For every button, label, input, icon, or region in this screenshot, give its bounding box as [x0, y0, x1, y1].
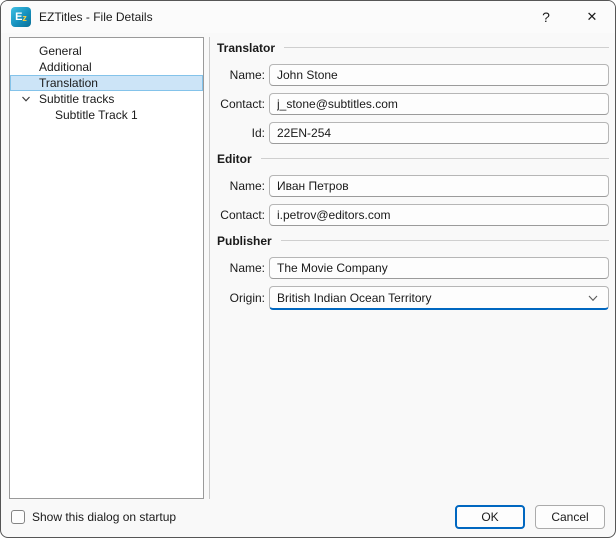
tree-item-label: Additional	[39, 60, 92, 74]
section-title: Publisher	[217, 233, 272, 248]
tree-item-general[interactable]: General	[10, 43, 203, 59]
field-label: Origin:	[229, 291, 265, 305]
section-divider	[284, 47, 609, 48]
field-label: Contact:	[220, 97, 265, 111]
dialog-buttons: OK Cancel	[455, 505, 605, 529]
publisher-name-input[interactable]	[269, 257, 609, 279]
field-label: Name:	[229, 179, 265, 193]
tree-item-translation[interactable]: Translation	[10, 75, 203, 91]
field-row: Name:	[217, 175, 609, 197]
field-row: Id:	[217, 122, 609, 144]
app-icon-letter-z: z	[22, 13, 27, 23]
category-tree: General Additional Translation Subtitle …	[9, 37, 204, 499]
section-title: Translator	[217, 40, 276, 55]
field-label: Id:	[251, 126, 265, 140]
tree-item-label: Subtitle tracks	[39, 92, 115, 106]
field-row: Origin: British Indian Ocean Territory	[217, 286, 609, 310]
cancel-button[interactable]: Cancel	[535, 505, 605, 529]
field-row: Name:	[217, 257, 609, 279]
origin-selected-value: British Indian Ocean Territory	[277, 290, 432, 305]
section-divider	[260, 158, 609, 159]
panel-splitter[interactable]	[209, 37, 210, 499]
title-bar: Ez EZTitles - File Details ? ✕	[1, 1, 615, 33]
startup-checkbox[interactable]	[11, 510, 25, 524]
startup-checkbox-label: Show this dialog on startup	[32, 510, 177, 524]
origin-select[interactable]: British Indian Ocean Territory	[269, 286, 609, 310]
dialog-footer: Show this dialog on startup OK Cancel	[1, 497, 615, 537]
publisher-section: Publisher Name: Origin: British Indian O…	[217, 233, 609, 310]
tree-item-subtitle-tracks[interactable]: Subtitle tracks	[10, 91, 203, 107]
ok-button[interactable]: OK	[455, 505, 525, 529]
translation-details-panel: Translator Name: Contact: Id: Editor	[217, 37, 609, 317]
translator-section: Translator Name: Contact: Id:	[217, 40, 609, 144]
app-icon-letter-e: E	[15, 10, 23, 23]
editor-contact-input[interactable]	[269, 204, 609, 226]
field-row: Contact:	[217, 93, 609, 115]
chevron-down-icon[interactable]	[587, 292, 599, 304]
tree-item-label: General	[39, 44, 82, 58]
tree-item-label: Translation	[39, 76, 98, 90]
field-row: Contact:	[217, 204, 609, 226]
close-button[interactable]: ✕	[569, 1, 615, 33]
field-label: Contact:	[220, 208, 265, 222]
translator-name-input[interactable]	[269, 64, 609, 86]
help-button[interactable]: ?	[523, 1, 569, 33]
section-divider	[280, 240, 609, 241]
editor-section: Editor Name: Contact:	[217, 151, 609, 226]
field-row: Name:	[217, 64, 609, 86]
section-header: Editor	[217, 151, 609, 166]
section-title: Editor	[217, 151, 252, 166]
field-label: Name:	[229, 68, 265, 82]
section-header: Publisher	[217, 233, 609, 248]
tree-item-additional[interactable]: Additional	[10, 59, 203, 75]
tree-item-label: Subtitle Track 1	[55, 108, 138, 122]
field-label: Name:	[229, 261, 265, 275]
editor-name-input[interactable]	[269, 175, 609, 197]
file-details-dialog: Ez EZTitles - File Details ? ✕ General A…	[0, 0, 616, 538]
eztitles-app-icon: Ez	[11, 7, 31, 27]
window-title: EZTitles - File Details	[39, 10, 153, 24]
section-header: Translator	[217, 40, 609, 55]
tree-item-subtitle-track-1[interactable]: Subtitle Track 1	[10, 107, 203, 123]
chevron-down-icon[interactable]	[21, 94, 31, 104]
startup-checkbox-row[interactable]: Show this dialog on startup	[11, 510, 176, 524]
translator-contact-input[interactable]	[269, 93, 609, 115]
translator-id-input[interactable]	[269, 122, 609, 144]
